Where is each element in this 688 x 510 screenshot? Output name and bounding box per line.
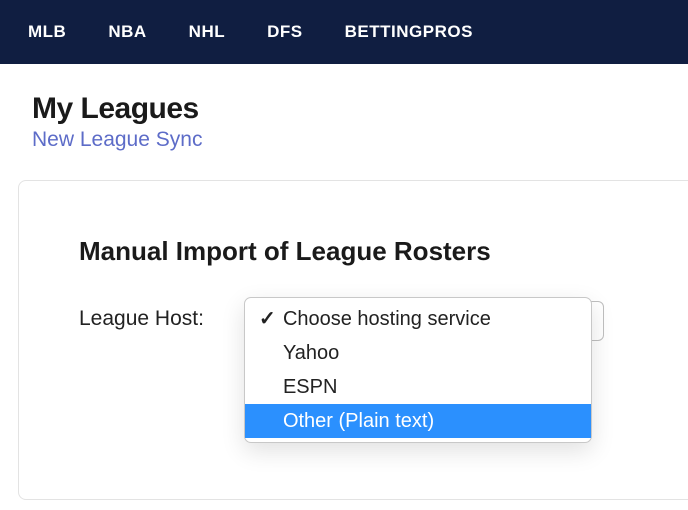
league-host-row: League Host: ✓ Choose hosting service Ya… [79, 301, 657, 331]
card-title: Manual Import of League Rosters [79, 236, 657, 267]
import-card: Manual Import of League Rosters League H… [18, 180, 688, 500]
check-icon: ✓ [259, 305, 283, 333]
dropdown-option-label: Choose hosting service [283, 305, 491, 333]
nav-item-bettingpros[interactable]: BETTINGPROS [345, 22, 473, 42]
dropdown-option-other[interactable]: Other (Plain text) [245, 404, 591, 438]
page-title: My Leagues [32, 92, 656, 126]
dropdown-option-label: Other (Plain text) [283, 407, 434, 435]
nav-item-mlb[interactable]: MLB [28, 22, 66, 42]
dropdown-option-label: Yahoo [283, 339, 339, 367]
nav-item-dfs[interactable]: DFS [267, 22, 303, 42]
nav-item-nba[interactable]: NBA [108, 22, 146, 42]
dropdown-option-yahoo[interactable]: Yahoo [245, 336, 591, 370]
page-header: My Leagues New League Sync [0, 64, 688, 170]
dropdown-option-espn[interactable]: ESPN [245, 370, 591, 404]
dropdown-option-label: ESPN [283, 373, 337, 401]
top-nav: MLB NBA NHL DFS BETTINGPROS [0, 0, 688, 64]
league-host-dropdown: ✓ Choose hosting service Yahoo ESPN Othe… [244, 297, 592, 443]
nav-item-nhl[interactable]: NHL [189, 22, 225, 42]
league-host-label: League Host: [79, 301, 204, 331]
page-subtitle[interactable]: New League Sync [32, 128, 656, 152]
dropdown-option-choose[interactable]: ✓ Choose hosting service [245, 302, 591, 336]
